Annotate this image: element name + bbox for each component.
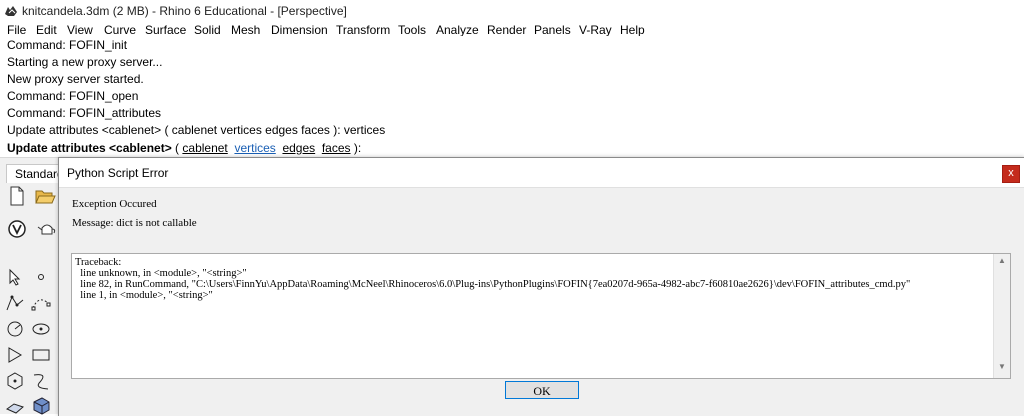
- polygon-icon[interactable]: [4, 370, 26, 392]
- teapot-icon[interactable]: [36, 218, 58, 240]
- tab-standard[interactable]: Standard: [6, 164, 64, 183]
- menu-mesh[interactable]: Mesh: [231, 23, 260, 37]
- menu-curve[interactable]: Curve: [104, 23, 136, 37]
- menu-dimension[interactable]: Dimension: [271, 23, 328, 37]
- arc-icon[interactable]: [4, 344, 26, 366]
- menu-view[interactable]: View: [67, 23, 93, 37]
- title-bar: knitcandela.3dm (2 MB) - Rhino 6 Educati…: [0, 0, 1024, 22]
- freeform-curve-icon[interactable]: [30, 370, 52, 392]
- prompt-paren-open: (: [171, 141, 183, 155]
- history-line: Update attributes <cablenet> ( cablenet …: [7, 123, 386, 137]
- option-edges[interactable]: edges: [282, 141, 315, 155]
- python-error-dialog: Python Script Error x Exception Occured …: [58, 157, 1024, 416]
- rectangle-icon[interactable]: [30, 344, 52, 366]
- dialog-body: Exception Occured Message: dict is not c…: [59, 187, 1024, 416]
- prompt-label: Update attributes <cablenet>: [7, 141, 172, 155]
- ok-button[interactable]: OK: [505, 381, 579, 399]
- history-line: Command: FOFIN_open: [7, 89, 139, 103]
- menu-panels[interactable]: Panels: [534, 23, 571, 37]
- dialog-title: Python Script Error: [67, 166, 169, 180]
- menu-tools[interactable]: Tools: [398, 23, 426, 37]
- history-line: New proxy server started.: [7, 72, 144, 86]
- polyline-icon[interactable]: [4, 292, 26, 314]
- menu-solid[interactable]: Solid: [194, 23, 221, 37]
- menu-help[interactable]: Help: [620, 23, 645, 37]
- traceback-scrollbar[interactable]: ▲ ▼: [993, 254, 1010, 378]
- command-prompt[interactable]: Update attributes <cablenet> ( cablenet …: [0, 139, 1024, 158]
- traceback-textbox[interactable]: Traceback: line unknown, in <module>, "<…: [71, 253, 1011, 379]
- curve-icon[interactable]: [30, 292, 52, 314]
- history-line: Starting a new proxy server...: [7, 55, 163, 69]
- solid-box-icon[interactable]: [30, 394, 52, 416]
- vray-icon[interactable]: [6, 218, 28, 240]
- surface-icon[interactable]: [4, 394, 26, 416]
- traceback-text: Traceback: line unknown, in <module>, "<…: [75, 257, 911, 301]
- window-title: knitcandela.3dm (2 MB) - Rhino 6 Educati…: [22, 4, 347, 18]
- history-line: Command: FOFIN_attributes: [7, 106, 162, 120]
- circle-icon[interactable]: [4, 318, 26, 340]
- menu-analyze[interactable]: Analyze: [436, 23, 479, 37]
- menu-vray[interactable]: V-Ray: [579, 23, 612, 37]
- menu-render[interactable]: Render: [487, 23, 526, 37]
- tab-standard-label: Standard: [15, 167, 64, 181]
- scroll-up-icon[interactable]: ▲: [994, 256, 1010, 270]
- exception-heading: Exception Occured: [72, 198, 157, 210]
- close-button[interactable]: x: [1002, 165, 1020, 183]
- option-cablenet[interactable]: cablenet: [182, 141, 227, 155]
- ok-button-label: OK: [533, 384, 551, 398]
- rhino-app-icon: [5, 6, 17, 16]
- command-history: Command: FOFIN_init Starting a new proxy…: [0, 36, 1024, 156]
- new-file-icon[interactable]: [6, 185, 28, 207]
- point-icon[interactable]: [30, 266, 52, 288]
- option-vertices[interactable]: vertices: [234, 141, 275, 155]
- scroll-down-icon[interactable]: ▼: [994, 362, 1010, 376]
- ellipse-icon[interactable]: [30, 318, 52, 340]
- error-message: Message: dict is not callable: [72, 217, 197, 229]
- select-arrow-icon[interactable]: [4, 266, 26, 288]
- menu-surface[interactable]: Surface: [145, 23, 186, 37]
- menu-file[interactable]: File: [7, 23, 26, 37]
- menu-edit[interactable]: Edit: [36, 23, 57, 37]
- open-folder-icon[interactable]: [34, 185, 56, 207]
- history-line: Command: FOFIN_init: [7, 38, 128, 52]
- prompt-paren-close: ):: [350, 141, 362, 155]
- menu-transform[interactable]: Transform: [336, 23, 390, 37]
- option-faces[interactable]: faces: [322, 141, 351, 155]
